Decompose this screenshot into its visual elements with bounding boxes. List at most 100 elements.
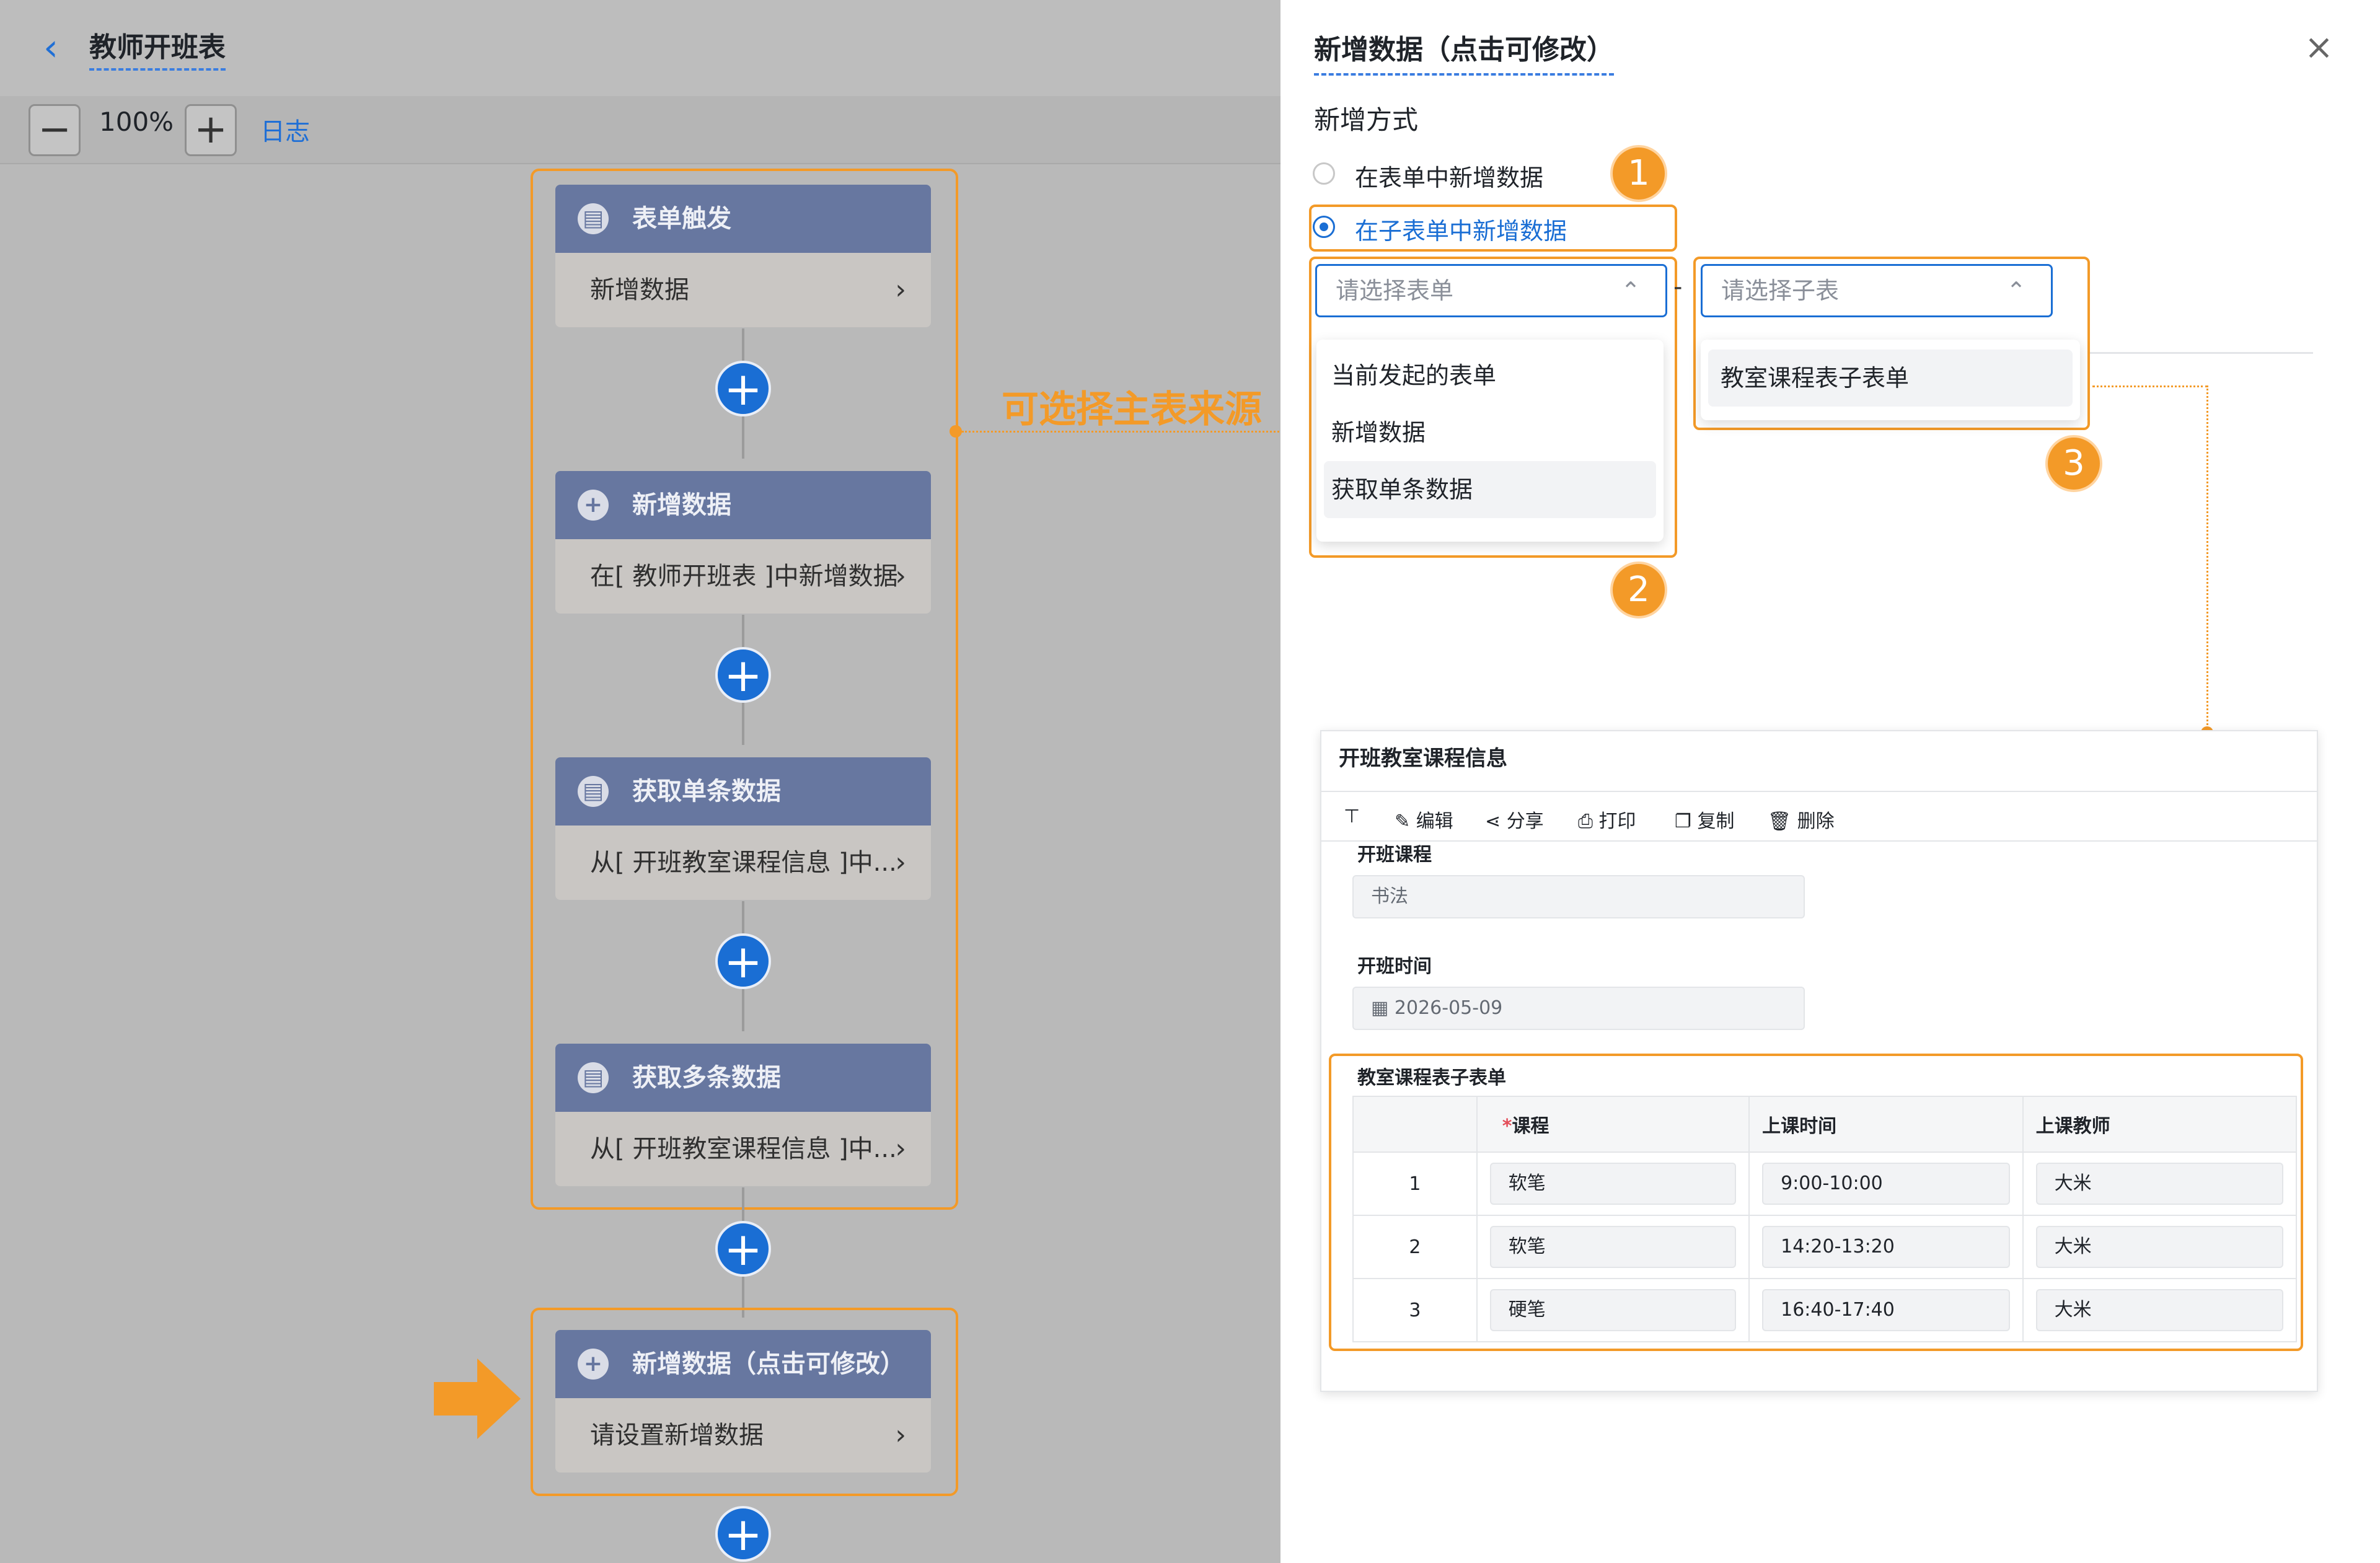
- node-title: 新增数据: [632, 491, 731, 519]
- course-cell[interactable]: 软笔: [1489, 1163, 1737, 1205]
- chevron-right-icon: ›: [895, 1419, 906, 1451]
- step-badge-1: 1: [1610, 145, 1667, 202]
- dropdown-option[interactable]: 新增数据: [1316, 404, 1664, 461]
- calendar-icon: ▦: [1371, 997, 1395, 1019]
- zoom-in-button[interactable]: +: [185, 104, 237, 156]
- subform-select[interactable]: 请选择子表 ⌃: [1701, 264, 2053, 317]
- delete-button[interactable]: 🗑 删除: [1768, 806, 1835, 833]
- form-dropdown: 当前发起的表单 新增数据 获取单条数据: [1316, 340, 1664, 542]
- preview-title: 开班教室课程信息: [1339, 746, 1507, 771]
- radio-form[interactable]: [1313, 162, 1335, 185]
- dropdown-option-selected[interactable]: 获取单条数据: [1324, 461, 1656, 518]
- connector-dot: [950, 425, 962, 438]
- flow-node-add-data[interactable]: + 新增数据 在[ 教师开班表 ]中新增数据 ›: [555, 471, 931, 614]
- step-badge-2: 2: [1610, 561, 1667, 619]
- teacher-cell[interactable]: 大米: [2035, 1289, 2283, 1331]
- page-title: 教师开班表: [89, 25, 226, 71]
- field-date-value: 2026-05-09: [1394, 997, 1503, 1019]
- dropdown-option-selected[interactable]: 教室课程表子表单: [1708, 350, 2073, 407]
- text-format-icon[interactable]: ⊤: [1344, 806, 1360, 827]
- zoom-level: 100%: [99, 107, 174, 137]
- share-button[interactable]: ⋖ 分享: [1485, 806, 1544, 833]
- form-icon: ▤: [578, 1062, 609, 1093]
- row-index: 1: [1352, 1151, 1478, 1216]
- time-cell[interactable]: 16:40-17:40: [1762, 1289, 2010, 1331]
- column-header: 上课时间: [1748, 1096, 2024, 1153]
- section-label: 新增方式: [1314, 105, 1419, 135]
- print-label: 打印: [1598, 811, 1636, 832]
- teacher-cell[interactable]: 大米: [2035, 1163, 2283, 1205]
- radio-subform-label[interactable]: 在子表单中新增数据: [1355, 212, 1567, 246]
- table-row: 1 软笔 9:00-10:00 大米: [1352, 1151, 2298, 1216]
- divider: [1321, 791, 2317, 792]
- radio-form-label[interactable]: 在表单中新增数据: [1355, 159, 1543, 193]
- column-header: [1352, 1096, 1478, 1153]
- dropdown-option[interactable]: 当前发起的表单: [1316, 347, 1664, 404]
- flow-node-get-single[interactable]: ▤ 获取单条数据 从[ 开班教室课程信息 ]中... ›: [555, 757, 931, 900]
- row-index: 3: [1352, 1278, 1478, 1342]
- chevron-right-icon: ›: [895, 274, 906, 306]
- row-index: 2: [1352, 1215, 1478, 1279]
- form-select[interactable]: 请选择表单 ⌃: [1315, 264, 1667, 317]
- field-course-input[interactable]: 书法: [1352, 875, 1805, 918]
- node-body: 从[ 开班教室课程信息 ]中...: [590, 1135, 897, 1163]
- add-node-button[interactable]: +: [715, 1506, 771, 1562]
- add-node-button[interactable]: +: [715, 933, 771, 989]
- copy-label: 复制: [1697, 811, 1735, 832]
- teacher-cell[interactable]: 大米: [2035, 1226, 2283, 1268]
- panel-title[interactable]: 新增数据（点击可修改）: [1314, 27, 1614, 76]
- radio-subform[interactable]: [1313, 216, 1335, 238]
- table-row: 3 硬笔 16:40-17:40 大米: [1352, 1278, 2298, 1342]
- subform-table: *课程 上课时间 上课教师 1 软笔 9:00-10:00 大米 2 软笔 14…: [1352, 1096, 2298, 1342]
- node-body: 从[ 开班教室课程信息 ]中...: [590, 848, 897, 877]
- chevron-right-icon: ›: [895, 1133, 906, 1165]
- node-title: 表单触发: [632, 205, 731, 233]
- subform-select-placeholder: 请选择子表: [1721, 277, 1840, 304]
- node-body: 新增数据: [590, 276, 689, 304]
- add-node-button[interactable]: +: [715, 1221, 771, 1277]
- time-cell[interactable]: 9:00-10:00: [1762, 1163, 2010, 1205]
- column-header: 上课教师: [2022, 1096, 2298, 1153]
- select-separator: -: [1673, 273, 1683, 301]
- chevron-right-icon: ›: [895, 847, 906, 878]
- delete-label: 删除: [1797, 811, 1835, 832]
- chevron-right-icon: ›: [895, 560, 906, 592]
- edit-button[interactable]: ✎ 编辑: [1395, 806, 1453, 833]
- copy-button[interactable]: ❐ 复制: [1675, 806, 1734, 833]
- zoom-out-button[interactable]: −: [29, 104, 81, 156]
- node-body: 在[ 教师开班表 ]中新增数据: [590, 562, 898, 591]
- log-link[interactable]: 日志: [260, 112, 310, 147]
- node-body: 请设置新增数据: [590, 1421, 764, 1450]
- form-icon: ▤: [578, 203, 609, 234]
- divider: [1321, 840, 2317, 842]
- back-arrow-icon[interactable]: ‹: [43, 26, 68, 69]
- course-cell[interactable]: 软笔: [1489, 1226, 1737, 1268]
- field-label-date: 开班时间: [1357, 956, 1432, 977]
- share-label: 分享: [1506, 811, 1544, 832]
- close-icon[interactable]: ×: [2304, 27, 2334, 68]
- add-node-button[interactable]: +: [715, 361, 771, 416]
- dotted-connector: [2206, 385, 2208, 733]
- subform-title: 教室课程表子表单: [1357, 1067, 1506, 1089]
- dotted-connector: [962, 431, 1309, 433]
- column-header-course: 课程: [1512, 1116, 1549, 1137]
- form-icon: ▤: [578, 776, 609, 807]
- plus-circle-icon: +: [578, 490, 609, 521]
- form-select-placeholder: 请选择表单: [1336, 277, 1454, 304]
- add-node-button[interactable]: +: [715, 647, 771, 703]
- flow-node-get-multiple[interactable]: ▤ 获取多条数据 从[ 开班教室课程信息 ]中... ›: [555, 1044, 931, 1186]
- time-cell[interactable]: 14:20-13:20: [1762, 1226, 2010, 1268]
- table-row: 2 软笔 14:20-13:20 大米: [1352, 1215, 2298, 1279]
- divider: [2090, 352, 2313, 354]
- step-badge-3: 3: [2045, 435, 2102, 492]
- flow-node-form-trigger[interactable]: ▤ 表单触发 新增数据 ›: [555, 185, 931, 327]
- field-date-input[interactable]: ▦ 2026-05-09: [1352, 987, 1805, 1030]
- print-button[interactable]: ⎙ 打印: [1578, 806, 1636, 833]
- course-cell[interactable]: 硬笔: [1489, 1289, 1737, 1331]
- dotted-connector: [2092, 385, 2208, 387]
- chevron-up-icon: ⌃: [1621, 277, 1641, 304]
- subform-dropdown: 教室课程表子表单: [1701, 340, 2080, 420]
- field-label-course: 开班课程: [1357, 844, 1432, 866]
- plus-circle-icon: +: [578, 1349, 609, 1380]
- flow-node-add-data-active[interactable]: + 新增数据（点击可修改） 请设置新增数据 ›: [555, 1330, 931, 1473]
